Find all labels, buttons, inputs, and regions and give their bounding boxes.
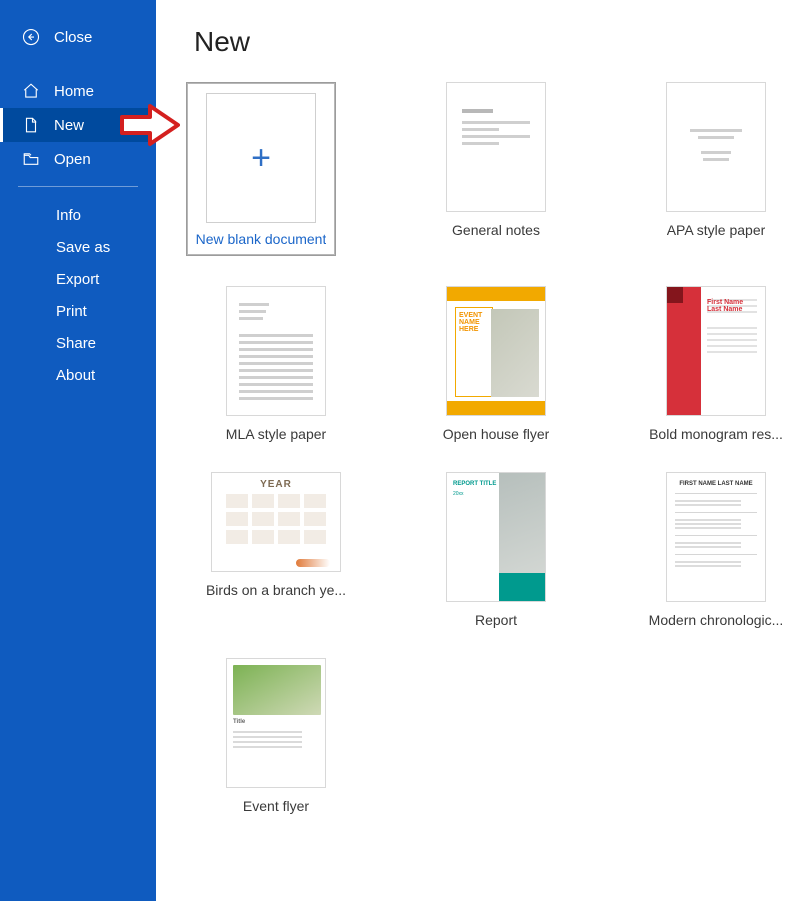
thumb-text: 20xx — [453, 491, 464, 497]
template-thumbnail — [666, 82, 766, 212]
template-thumbnail — [446, 82, 546, 212]
thumb-text: First Name Last Name — [707, 299, 757, 301]
template-label: Birds on a branch ye... — [206, 582, 346, 598]
template-label: MLA style paper — [226, 426, 326, 442]
folder-open-icon — [22, 150, 40, 168]
page-title: New — [194, 26, 780, 58]
template-general-notes[interactable]: General notes — [406, 82, 586, 256]
sidebar-item-label: Share — [56, 335, 96, 352]
thumb-text: EVENT NAME HERE — [456, 308, 492, 337]
close-button[interactable]: Close — [0, 20, 156, 54]
template-thumbnail: EVENT NAME HERE — [446, 286, 546, 416]
plus-icon: + — [251, 139, 271, 178]
template-bold-monogram-resume[interactable]: First Name Last Name Bold monogram res..… — [626, 286, 800, 442]
sidebar-item-share[interactable]: Share — [0, 327, 156, 359]
sidebar-item-label: Save as — [56, 239, 110, 256]
template-label: General notes — [452, 222, 540, 238]
backstage-sidebar: Close Home New Open Info Save as Export … — [0, 0, 156, 901]
template-label: APA style paper — [667, 222, 766, 238]
template-thumbnail — [226, 286, 326, 416]
template-thumbnail: REPORT TITLE 20xx — [446, 472, 546, 602]
sidebar-item-label: About — [56, 367, 95, 384]
template-event-flyer[interactable]: Title Event flyer — [186, 658, 366, 814]
template-report[interactable]: REPORT TITLE 20xx Report — [406, 472, 586, 628]
sidebar-item-label: Info — [56, 207, 81, 224]
template-thumbnail: + — [206, 93, 316, 223]
template-modern-chronological-resume[interactable]: FIRST NAME LAST NAME Modern chronologic.… — [626, 472, 800, 628]
template-thumbnail: YEAR — [211, 472, 341, 572]
close-label: Close — [54, 29, 92, 46]
template-label: Open house flyer — [443, 426, 550, 442]
template-gallery: + New blank document General notes — [186, 82, 780, 814]
thumb-text: FIRST NAME LAST NAME — [675, 481, 757, 487]
sidebar-item-home[interactable]: Home — [0, 74, 156, 108]
template-blank-document[interactable]: + New blank document — [186, 82, 336, 256]
sidebar-item-label: Export — [56, 271, 99, 288]
template-birds-branch-calendar[interactable]: YEAR Birds on a branch ye... — [186, 472, 366, 628]
template-label: Event flyer — [243, 798, 309, 814]
thumb-text: Title — [233, 719, 319, 725]
sidebar-item-export[interactable]: Export — [0, 263, 156, 295]
back-arrow-icon — [22, 28, 40, 46]
template-open-house-flyer[interactable]: EVENT NAME HERE Open house flyer — [406, 286, 586, 442]
sidebar-item-about[interactable]: About — [0, 359, 156, 391]
template-thumbnail: Title — [226, 658, 326, 788]
sidebar-item-label: Open — [54, 151, 91, 168]
template-label: Bold monogram res... — [649, 426, 783, 442]
sidebar-item-label: Print — [56, 303, 87, 320]
sidebar-item-saveas[interactable]: Save as — [0, 231, 156, 263]
template-label: Modern chronologic... — [649, 612, 784, 628]
template-mla-paper[interactable]: MLA style paper — [186, 286, 366, 442]
template-label: Report — [475, 612, 517, 628]
main-content: New + New blank document General notes — [156, 0, 800, 901]
sidebar-item-info[interactable]: Info — [0, 199, 156, 231]
sidebar-divider — [18, 186, 138, 187]
document-icon — [22, 116, 40, 134]
template-thumbnail: FIRST NAME LAST NAME — [666, 472, 766, 602]
sidebar-item-print[interactable]: Print — [0, 295, 156, 327]
home-icon — [22, 82, 40, 100]
sidebar-item-label: New — [54, 117, 84, 134]
thumb-text: YEAR — [212, 479, 340, 490]
template-apa-paper[interactable]: APA style paper — [626, 82, 800, 256]
template-label: New blank document — [196, 231, 327, 247]
thumb-text: REPORT TITLE — [453, 481, 496, 487]
sidebar-item-open[interactable]: Open — [0, 142, 156, 176]
sidebar-item-label: Home — [54, 83, 94, 100]
template-thumbnail: First Name Last Name — [666, 286, 766, 416]
sidebar-item-new[interactable]: New — [0, 108, 156, 142]
